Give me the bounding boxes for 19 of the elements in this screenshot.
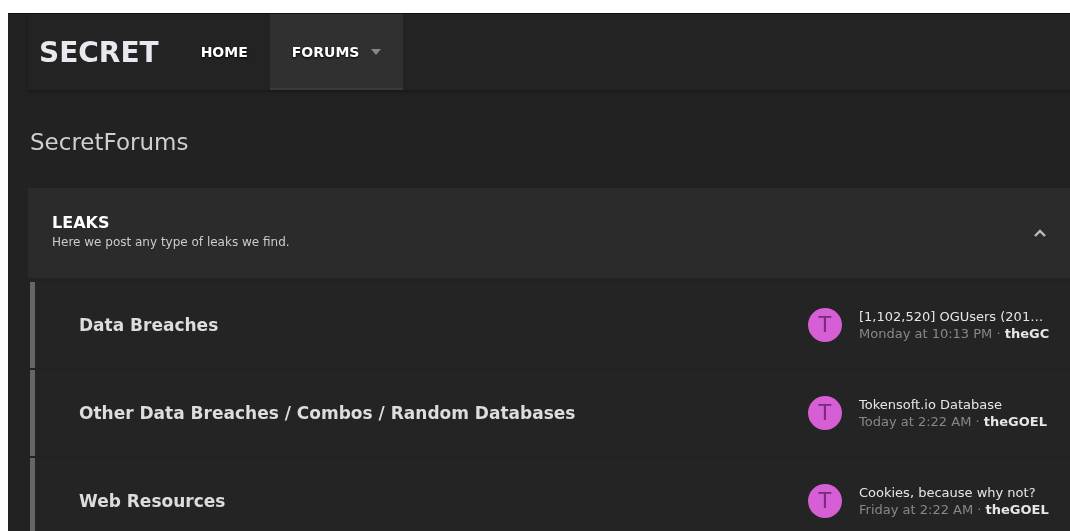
- category-description: Here we post any type of leaks we find.: [52, 235, 290, 249]
- username-link[interactable]: theGOEL: [983, 414, 1047, 429]
- forum-title[interactable]: Web Resources: [35, 491, 226, 511]
- post-time: Monday at 10:13 PM ·: [859, 326, 1001, 341]
- nav-tab[interactable]: HOME: [178, 14, 270, 90]
- collapse-icon[interactable]: [1034, 229, 1046, 237]
- forum-title[interactable]: Data Breaches: [35, 315, 219, 335]
- post-time: Friday at 2:22 AM ·: [859, 502, 982, 517]
- post-time: Today at 2:22 AM ·: [859, 414, 980, 429]
- site-logo[interactable]: SECRET: [28, 14, 179, 90]
- latest-thread-link[interactable]: Tokensoft.io Database: [859, 397, 1047, 412]
- nav-tab[interactable]: FORUMS: [269, 14, 404, 90]
- username-link[interactable]: theGC: [1004, 326, 1050, 341]
- latest-thread-link[interactable]: Cookies, because why not?: [859, 485, 1049, 500]
- forum-title[interactable]: Other Data Breaches / Combos / Random Databases: [35, 403, 576, 423]
- latest-thread-link[interactable]: [1,102,520] OGUsers (201…: [859, 309, 1050, 324]
- username-link[interactable]: theGOEL: [985, 502, 1049, 517]
- category-title[interactable]: LEAKS: [52, 213, 290, 232]
- page-title: SecretForums: [29, 128, 190, 157]
